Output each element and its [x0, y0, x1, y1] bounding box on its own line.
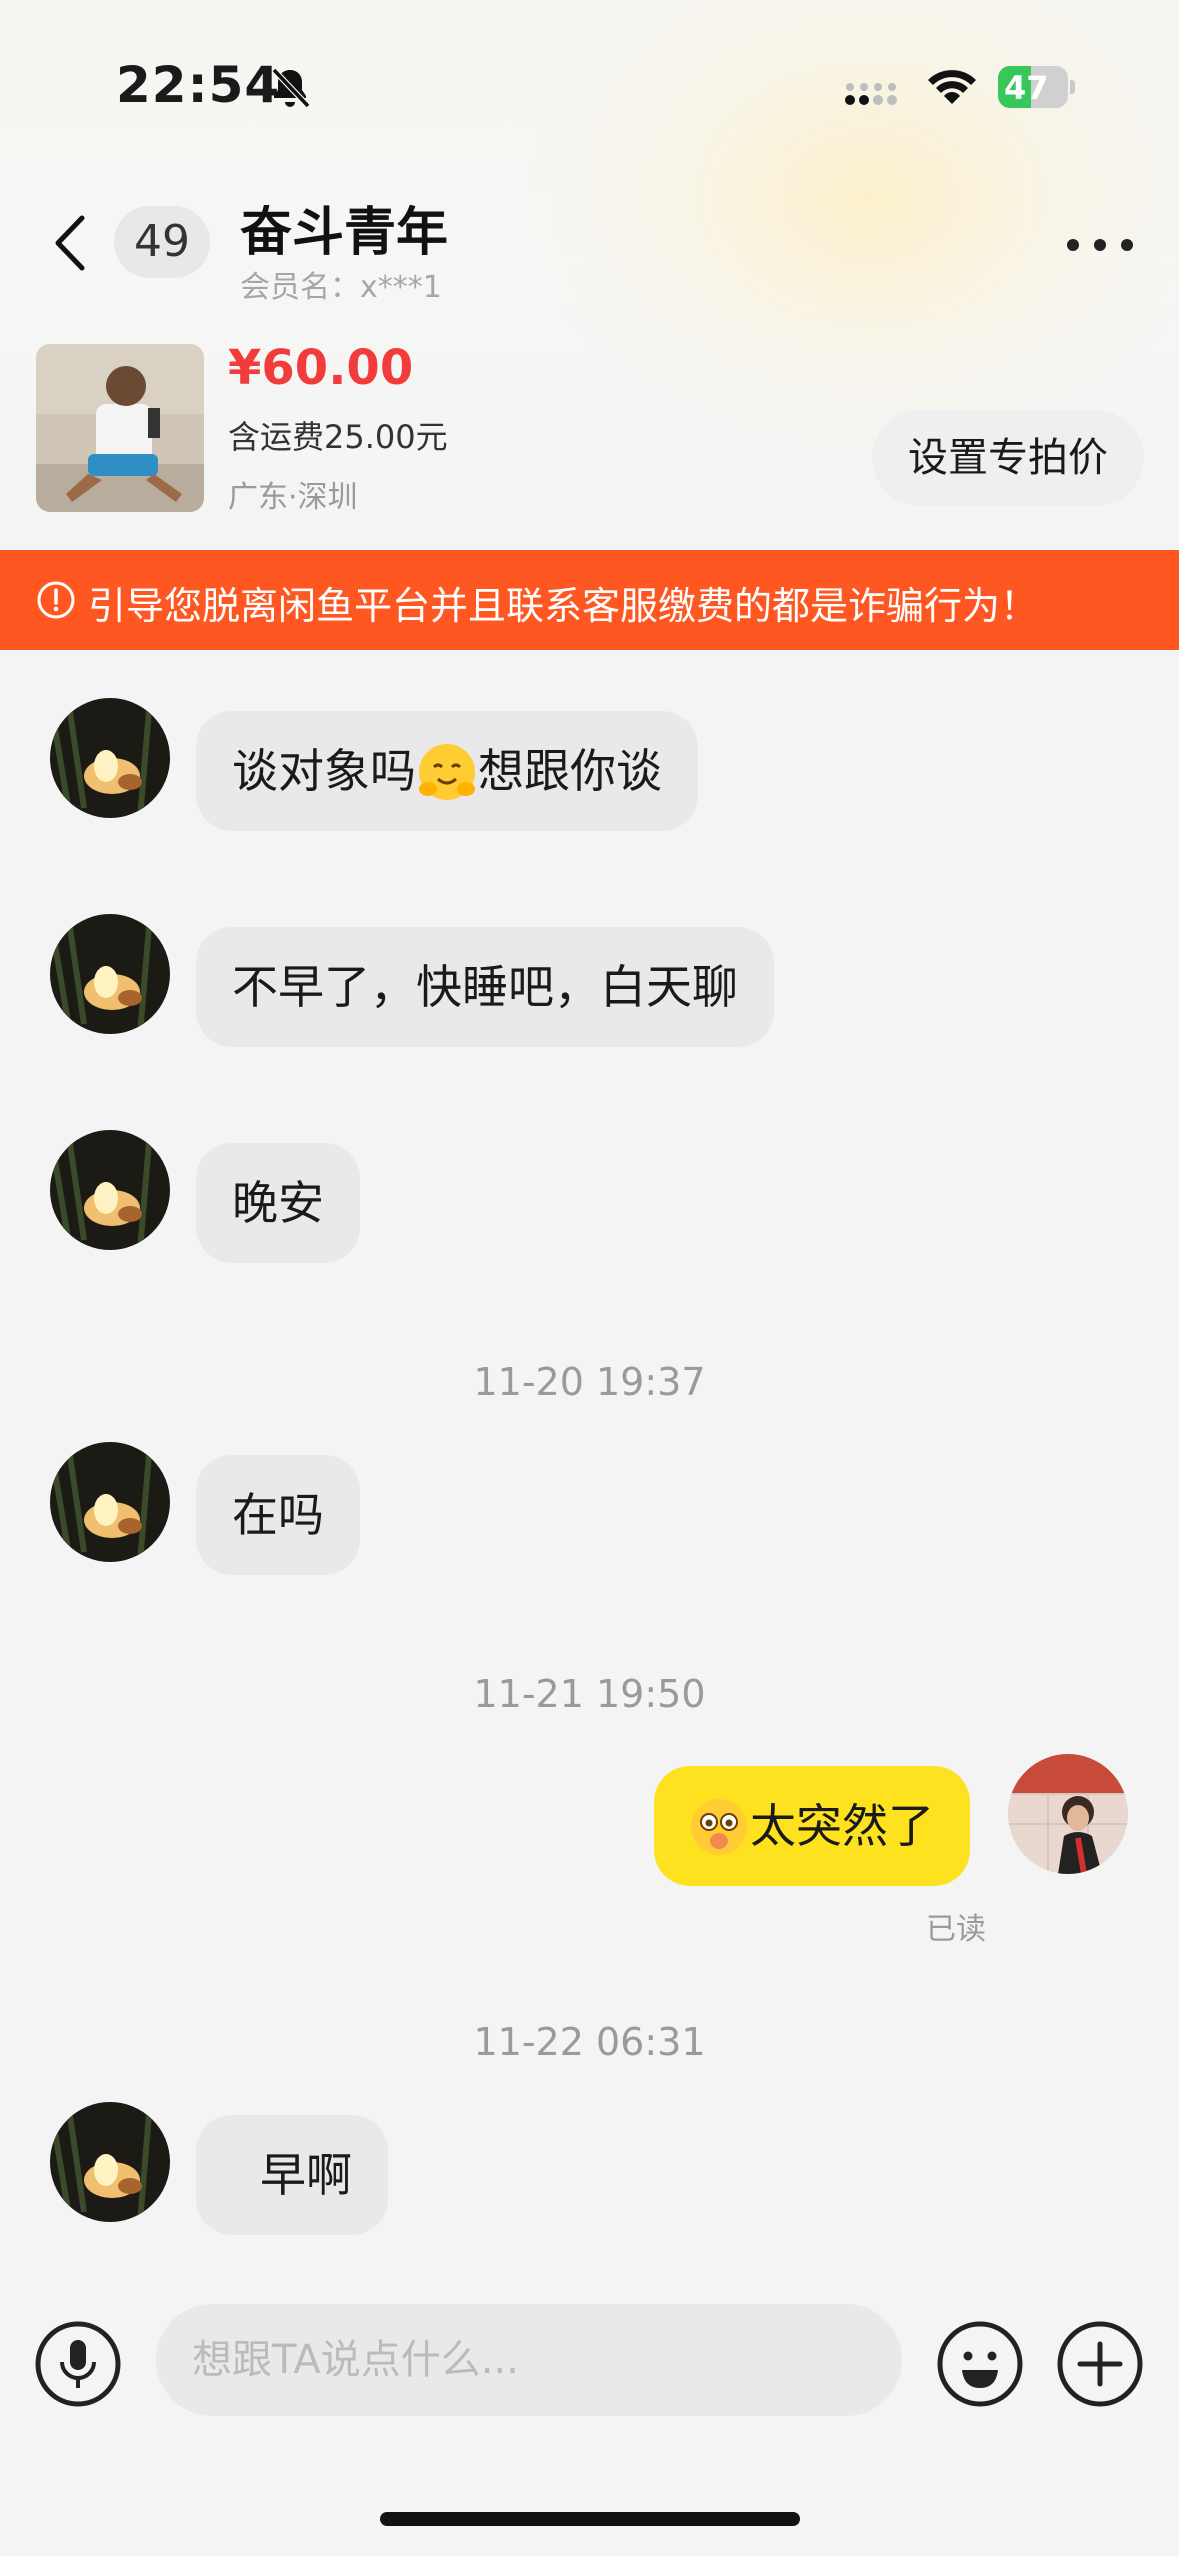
warning-text: 引导您脱离闲鱼平台并且联系客服缴费的都是诈骗行为！ [88, 584, 1039, 628]
wifi-icon [928, 70, 976, 104]
product-price: ¥60.00 [228, 340, 414, 396]
message-bubble[interactable]: 不早了，快睡吧，白天聊 [196, 927, 774, 1047]
set-special-price-button[interactable]: 设置专拍价 [872, 410, 1144, 506]
warning-icon [37, 581, 75, 619]
battery-cap [1070, 80, 1075, 94]
battery-percent: 47 [1004, 69, 1049, 107]
message-timestamp: 11-20 19:37 [473, 1360, 706, 1404]
product-thumbnail[interactable] [36, 344, 204, 512]
battery-body: 47 [998, 66, 1068, 108]
microphone-icon[interactable] [34, 2320, 122, 2408]
message-bubble[interactable]: 在吗 [196, 1455, 360, 1575]
member-name: 会员名：x***1 [240, 270, 442, 305]
contact-avatar[interactable] [50, 1130, 170, 1250]
chat-title: 奋斗青年 [240, 203, 449, 263]
message-timestamp: 11-22 06:31 [473, 2020, 706, 2064]
message-bubble[interactable]: 早啊 [196, 2115, 388, 2235]
message-timestamp: 11-21 19:50 [473, 1672, 706, 1716]
more-options-icon[interactable] [1060, 220, 1140, 270]
emoji-icon[interactable] [936, 2320, 1024, 2408]
unread-count-badge[interactable]: 49 [114, 206, 210, 278]
back-arrow-icon[interactable] [44, 208, 100, 278]
surprised-face-emoji-icon [691, 1798, 747, 1855]
contact-avatar[interactable] [50, 698, 170, 818]
contact-avatar[interactable] [50, 1442, 170, 1562]
my-avatar[interactable] [1008, 1754, 1128, 1874]
product-location: 广东·深圳 [228, 480, 358, 515]
message-bubble[interactable]: 晚安 [196, 1143, 360, 1263]
home-indicator[interactable] [380, 2512, 800, 2526]
my-message-bubble[interactable]: 太突然了 [654, 1766, 970, 1886]
message-bubble[interactable]: 谈对象吗 想跟你谈 [196, 711, 698, 831]
shipping-fee: 含运费25.00元 [228, 418, 448, 456]
cellular-signal-icon [845, 83, 897, 105]
contact-avatar[interactable] [50, 914, 170, 1034]
hugging-face-emoji-icon [419, 743, 475, 800]
status-time: 22:54 [116, 56, 281, 114]
chat-screen: 22:54 47 49 奋斗青年 会员名：x***1 ¥60.00 含运费25.… [0, 0, 1179, 2556]
fraud-warning-banner: 引导您脱离闲鱼平台并且联系客服缴费的都是诈骗行为！ [0, 550, 1179, 650]
read-status: 已读 [926, 1912, 986, 1947]
message-text: 想跟你谈 [478, 744, 662, 798]
bell-muted-icon [271, 67, 311, 109]
message-text: 太突然了 [750, 1799, 934, 1853]
plus-icon[interactable] [1056, 2320, 1144, 2408]
message-input[interactable] [156, 2304, 902, 2416]
contact-avatar[interactable] [50, 2102, 170, 2222]
battery-indicator: 47 [998, 66, 1075, 108]
message-text: 谈对象吗 [232, 744, 416, 798]
